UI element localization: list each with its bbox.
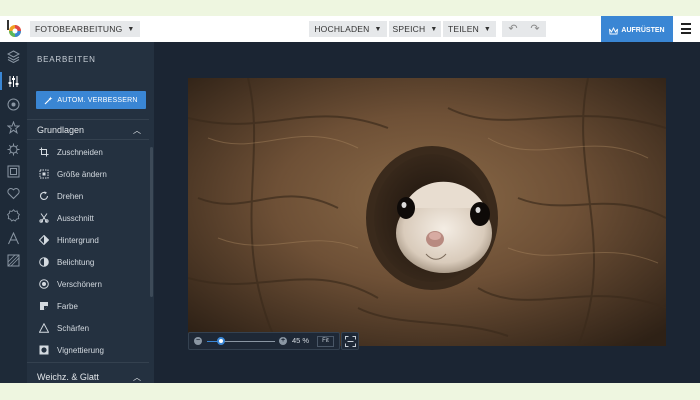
save-label: SPEICH <box>392 24 426 34</box>
tool-label: Farbe <box>57 301 78 311</box>
vignette-icon <box>39 345 49 355</box>
auto-enhance-label: AUTOM. VERBESSERN <box>57 96 138 104</box>
tool-label: Verschönern <box>57 279 102 289</box>
exposure-icon <box>39 257 49 267</box>
crop-icon <box>39 147 49 157</box>
upgrade-label: AUFRÜSTEN <box>621 27 665 34</box>
texture-icon[interactable] <box>7 254 20 267</box>
app-menu-dropdown[interactable]: FOTOBEARBEITUNG ▼ <box>30 21 140 37</box>
upload-label: HOCHLADEN <box>314 24 370 34</box>
photo-editor-app: FOTOBEARBEITUNG ▼ HOCHLADEN ▼ SPEICH ▼ T… <box>0 16 700 383</box>
tool-label: Belichtung <box>57 257 95 267</box>
section-divider <box>27 119 149 120</box>
background-icon <box>39 235 49 245</box>
hamburger-menu-icon[interactable] <box>681 23 691 34</box>
tool-label: Ausschnitt <box>57 213 94 223</box>
chevron-down-icon: ▼ <box>483 25 492 33</box>
color-icon <box>39 301 49 311</box>
zoom-controls: − + 45 % Fit <box>188 332 340 350</box>
tool-crop[interactable]: Zuschneiden <box>39 145 103 159</box>
tool-rotate[interactable]: Drehen <box>39 189 83 203</box>
section-header-soften[interactable]: Weichz. & Glatt ︿ <box>37 371 141 383</box>
tool-label: Drehen <box>57 191 84 201</box>
fit-button[interactable]: Fit <box>317 336 334 347</box>
zoom-in-icon[interactable]: + <box>279 337 287 345</box>
section-label: Weichz. & Glatt <box>37 372 99 382</box>
redo-icon[interactable]: ↷ <box>530 23 539 35</box>
adjust-icon[interactable] <box>7 75 20 88</box>
tool-exposure[interactable]: Belichtung <box>39 255 94 269</box>
save-dropdown[interactable]: SPEICH ▼ <box>389 21 441 37</box>
text-icon[interactable] <box>7 232 20 245</box>
upload-dropdown[interactable]: HOCHLADEN ▼ <box>309 21 387 37</box>
tool-cutout[interactable]: Ausschnitt <box>39 211 94 225</box>
sharpen-icon <box>39 323 49 333</box>
fullscreen-button[interactable] <box>341 332 359 350</box>
gear-icon[interactable] <box>7 143 20 156</box>
layers-icon[interactable] <box>7 50 20 63</box>
panel-title: BEARBEITEN <box>37 55 96 64</box>
beautify-icon <box>39 279 49 289</box>
resize-icon <box>39 169 49 179</box>
heart-icon[interactable] <box>7 187 20 200</box>
tool-vignette[interactable]: Vignettierung <box>39 343 104 357</box>
rail-active-indicator <box>0 72 2 90</box>
badge-icon[interactable] <box>7 209 20 222</box>
section-divider <box>27 139 149 140</box>
tool-label: Größe ändern <box>57 169 107 179</box>
share-label: TEILEN <box>447 24 479 34</box>
chevron-up-icon[interactable]: ︿ <box>133 372 141 383</box>
section-divider <box>27 362 149 363</box>
chevron-up-icon[interactable]: ︿ <box>133 125 141 136</box>
chevron-down-icon: ▼ <box>374 25 382 33</box>
star-icon[interactable] <box>7 121 20 134</box>
edit-panel: BEARBEITEN AUTOM. VERBESSERN Grundlagen … <box>27 42 154 383</box>
eye-icon[interactable] <box>7 98 20 111</box>
section-header-basics[interactable]: Grundlagen ︿ <box>37 124 141 136</box>
crown-icon <box>609 26 619 34</box>
zoom-out-icon[interactable]: − <box>194 337 202 345</box>
fullscreen-icon <box>345 336 356 347</box>
app-menu-label: FOTOBEARBEITUNG <box>35 24 123 34</box>
upgrade-button[interactable]: AUFRÜSTEN <box>601 16 673 45</box>
zoom-slider-thumb[interactable] <box>216 337 225 345</box>
tool-beautify[interactable]: Verschönern <box>39 277 102 291</box>
chevron-down-icon: ▼ <box>127 25 135 33</box>
share-dropdown[interactable]: TEILEN ▼ <box>443 21 496 37</box>
frame-icon[interactable] <box>7 165 20 178</box>
tool-color[interactable]: Farbe <box>39 299 78 313</box>
tool-label: Schärfen <box>57 323 90 333</box>
undo-redo-group: ↶ ↷ <box>502 21 546 37</box>
edited-photo[interactable] <box>188 78 666 346</box>
rotate-icon <box>39 191 49 201</box>
tool-label: Hintergrund <box>57 235 99 245</box>
undo-icon[interactable]: ↶ <box>508 23 517 35</box>
top-bar: FOTOBEARBEITUNG ▼ HOCHLADEN ▼ SPEICH ▼ T… <box>0 16 700 45</box>
cut-icon <box>39 213 49 223</box>
zoom-value: 45 % <box>292 336 310 345</box>
tool-background[interactable]: Hintergrund <box>39 233 99 247</box>
tool-sharpen[interactable]: Schärfen <box>39 321 89 335</box>
auto-enhance-button[interactable]: AUTOM. VERBESSERN <box>36 91 146 109</box>
panel-scrollbar[interactable] <box>150 147 153 297</box>
app-logo-icon[interactable] <box>6 20 22 38</box>
tool-resize[interactable]: Größe ändern <box>39 167 107 181</box>
tool-label: Vignettierung <box>57 345 104 355</box>
tool-label: Zuschneiden <box>57 147 103 157</box>
tool-category-rail <box>0 42 27 383</box>
section-label: Grundlagen <box>37 125 85 135</box>
chevron-down-icon: ▼ <box>430 25 438 33</box>
magic-wand-icon <box>44 96 53 104</box>
